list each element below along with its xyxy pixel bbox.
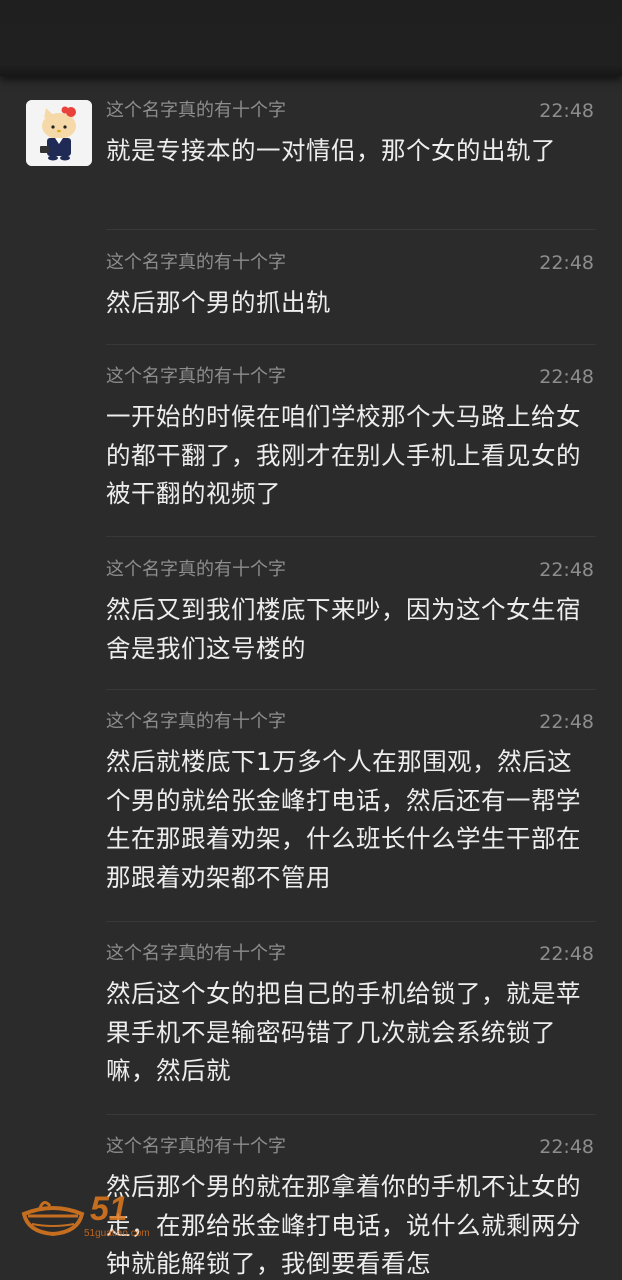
message-item[interactable]: 这个名字真的有十个字 22:48 然后又到我们楼底下来吵，因为这个女生宿舍是我们… — [106, 557, 596, 668]
message-item[interactable]: 这个名字真的有十个字 22:48 然后那个男的抓出轨 — [106, 250, 596, 323]
message-time: 22:48 — [539, 252, 594, 274]
message-time: 22:48 — [539, 943, 594, 965]
message-time: 22:48 — [539, 559, 594, 581]
divider — [106, 229, 596, 230]
divider — [106, 536, 596, 537]
chat-screen: 这个名字真的有十个字 22:48 就是专接本的一对情侣，那个女的出轨了 这个名字… — [0, 0, 622, 1280]
sender-name: 这个名字真的有十个字 — [106, 711, 286, 732]
divider — [106, 689, 596, 690]
bowl-logo-icon — [21, 1201, 85, 1237]
watermark-brand: 51 — [90, 1190, 128, 1228]
message-text: 然后那个男的抓出轨 — [106, 288, 331, 317]
message-time: 22:48 — [539, 711, 594, 733]
sender-name: 这个名字真的有十个字 — [106, 100, 286, 121]
message-time: 22:48 — [539, 1136, 594, 1158]
divider — [106, 921, 596, 922]
message-text: 然后这个女的把自己的手机给锁了，就是苹果手机不是输密码错了几次就会系统锁了嘛，然… — [106, 979, 581, 1085]
sender-name: 这个名字真的有十个字 — [106, 252, 286, 273]
message-text: 然后又到我们楼底下来吵，因为这个女生宿舍是我们这号楼的 — [106, 595, 581, 663]
message-time: 22:48 — [539, 366, 594, 388]
divider — [106, 1114, 596, 1115]
message-text: 然后就楼底下1万多个人在那围观，然后这个男的就给张金峰打电话，然后还有一帮学生在… — [106, 747, 581, 892]
hello-kitty-avatar-icon — [26, 100, 92, 166]
top-bar — [0, 0, 622, 76]
message-item[interactable]: 这个名字真的有十个字 22:48 一开始的时候在咱们学校那个大马路上给女的都干翻… — [106, 364, 596, 514]
watermark-url: 51guatiao.com — [84, 1228, 150, 1239]
sender-avatar[interactable] — [26, 100, 92, 166]
sender-name: 这个名字真的有十个字 — [106, 1136, 286, 1157]
message-text: 一开始的时候在咱们学校那个大马路上给女的都干翻了，我刚才在别人手机上看见女的被干… — [106, 402, 581, 508]
sender-name: 这个名字真的有十个字 — [106, 366, 286, 387]
watermark-logo: 51 51guatiao.com — [18, 1188, 188, 1244]
message-item[interactable]: 这个名字真的有十个字 22:48 然后这个女的把自己的手机给锁了，就是苹果手机不… — [106, 941, 596, 1091]
divider — [106, 344, 596, 345]
message-text: 就是专接本的一对情侣，那个女的出轨了 — [106, 136, 556, 165]
message-item[interactable]: 这个名字真的有十个字 22:48 就是专接本的一对情侣，那个女的出轨了 — [106, 98, 596, 171]
sender-name: 这个名字真的有十个字 — [106, 943, 286, 964]
sender-name: 这个名字真的有十个字 — [106, 559, 286, 580]
message-item[interactable]: 这个名字真的有十个字 22:48 然后就楼底下1万多个人在那围观，然后这个男的就… — [106, 709, 596, 897]
message-time: 22:48 — [539, 100, 594, 122]
